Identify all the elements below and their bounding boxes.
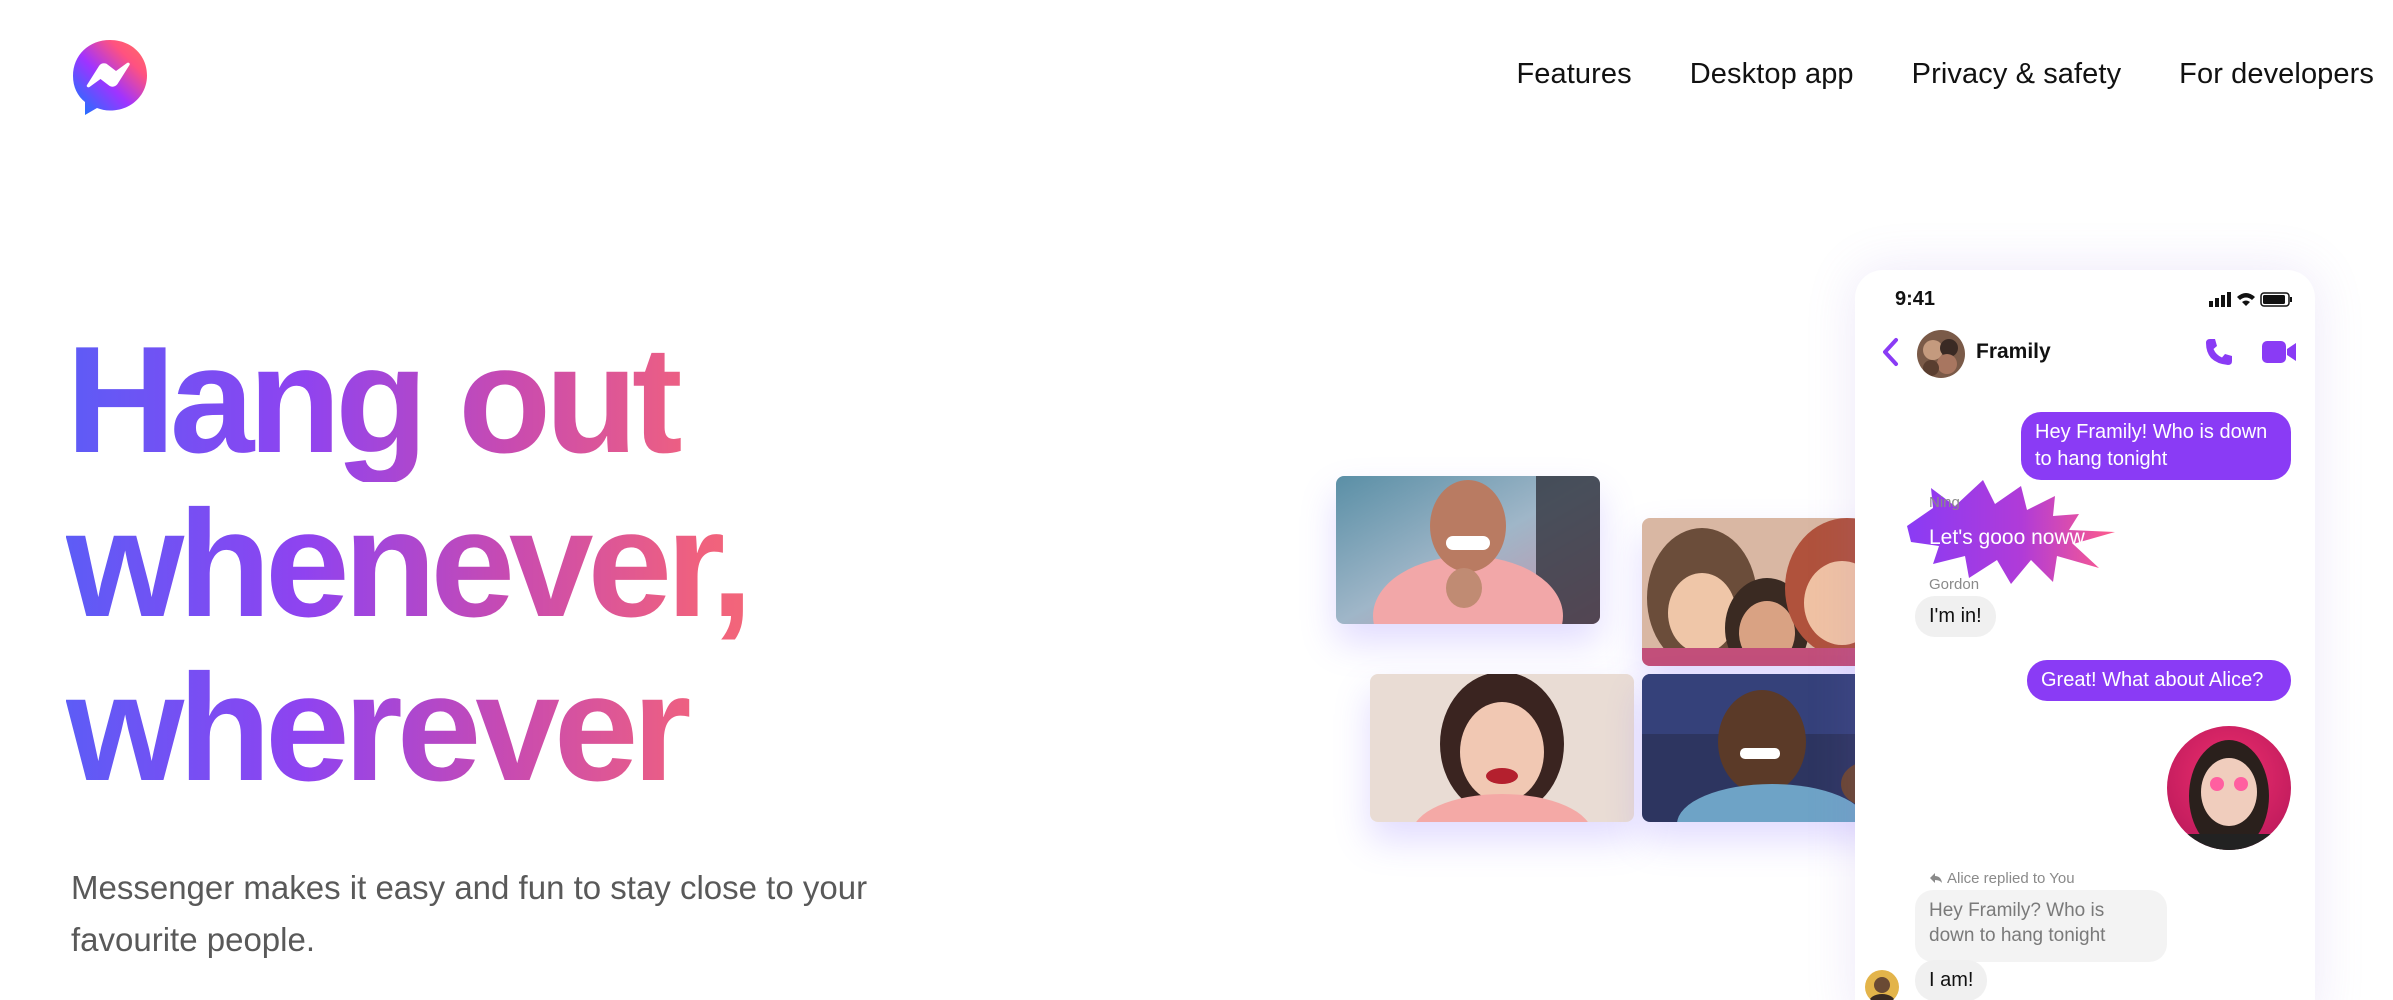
message-outgoing[interactable]: Hey Framily! Who is down to hang tonight [2021,412,2291,480]
chat-title: Framily [1976,340,2051,363]
sender-name-gordon: Gordon [1929,576,1980,593]
video-tile-man-laughing [1336,476,1600,624]
chevron-left-icon[interactable] [1877,336,1903,368]
video-camera-icon[interactable] [2261,338,2297,366]
video-tile-woman-smiling [1370,674,1634,822]
headline-line-1: Hang out [66,318,786,482]
hero-headline: Hang out whenever, wherever [66,318,786,810]
status-time: 9:41 [1895,288,1936,310]
message-outgoing-2[interactable]: Great! What about Alice? [2027,660,2291,701]
message-ning[interactable]: Let's gooo noww [1929,526,2085,550]
phone-mockup: 9:41 Framily Hey Framily! Who is down to… [1855,270,2315,1000]
headline-line-3: wherever [66,646,786,810]
message-alice[interactable]: I am! [1915,960,1988,1000]
top-navigation: Features Desktop app Privacy & safety Fo… [1516,58,2374,91]
nav-privacy-safety[interactable]: Privacy & safety [1912,58,2122,91]
headline-line-2: whenever, [66,482,786,646]
reply-indicator-text: Alice replied to You [1947,870,2075,887]
hero-subtext: Messenger makes it easy and fun to stay … [71,869,868,958]
landing-page: Features Desktop app Privacy & safety Fo… [0,0,2393,1000]
nav-desktop-app[interactable]: Desktop app [1690,58,1854,91]
reply-arrow-icon [1930,873,1942,883]
alice-avatar [1865,970,1899,1000]
group-avatar[interactable] [1917,330,1965,378]
messenger-logo-icon[interactable] [70,38,150,118]
nav-features[interactable]: Features [1516,58,1631,91]
phone-icon[interactable] [2203,336,2235,368]
alice-photo-message[interactable] [2167,726,2291,850]
nav-for-developers[interactable]: For developers [2179,58,2374,91]
reply-indicator: Alice replied to You [1929,870,2075,887]
sender-name-ning: Ning [1929,494,1960,511]
quoted-message[interactable]: Hey Framily? Who is down to hang tonight [1915,890,2167,962]
message-gordon[interactable]: I'm in! [1915,596,1996,637]
status-bar-icons [2197,290,2297,308]
